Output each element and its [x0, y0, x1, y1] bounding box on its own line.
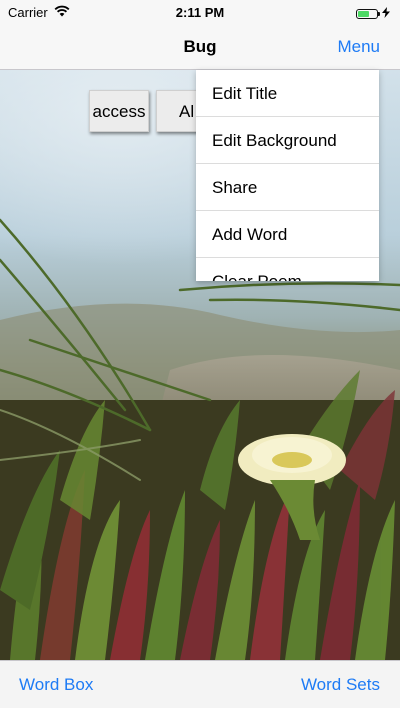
- navigation-bar: Bug Menu: [0, 26, 400, 70]
- battery-level-fill: [358, 10, 369, 17]
- status-bar: Carrier 2:11 PM: [0, 0, 400, 26]
- menu-item-edit-title[interactable]: Edit Title: [196, 70, 379, 117]
- status-right: [356, 6, 390, 21]
- word-sets-button[interactable]: Word Sets: [301, 675, 380, 695]
- battery-icon: [356, 8, 380, 19]
- charging-bolt-icon: [382, 6, 390, 21]
- dropdown-menu: Edit Title Edit Background Share Add Wor…: [196, 70, 379, 281]
- menu-item-add-word[interactable]: Add Word: [196, 211, 379, 258]
- menu-item-edit-background[interactable]: Edit Background: [196, 117, 379, 164]
- menu-item-clear-poem[interactable]: Clear Poem: [196, 258, 379, 281]
- menu-item-share[interactable]: Share: [196, 164, 379, 211]
- menu-button[interactable]: Menu: [337, 37, 380, 57]
- status-time: 2:11 PM: [175, 5, 225, 20]
- app-screen: Carrier 2:11 PM Bug Menu access Al Edit …: [0, 0, 400, 708]
- word-tile[interactable]: access: [89, 90, 149, 132]
- word-box-button[interactable]: Word Box: [19, 675, 93, 695]
- bottom-toolbar: Word Box Word Sets: [0, 660, 400, 708]
